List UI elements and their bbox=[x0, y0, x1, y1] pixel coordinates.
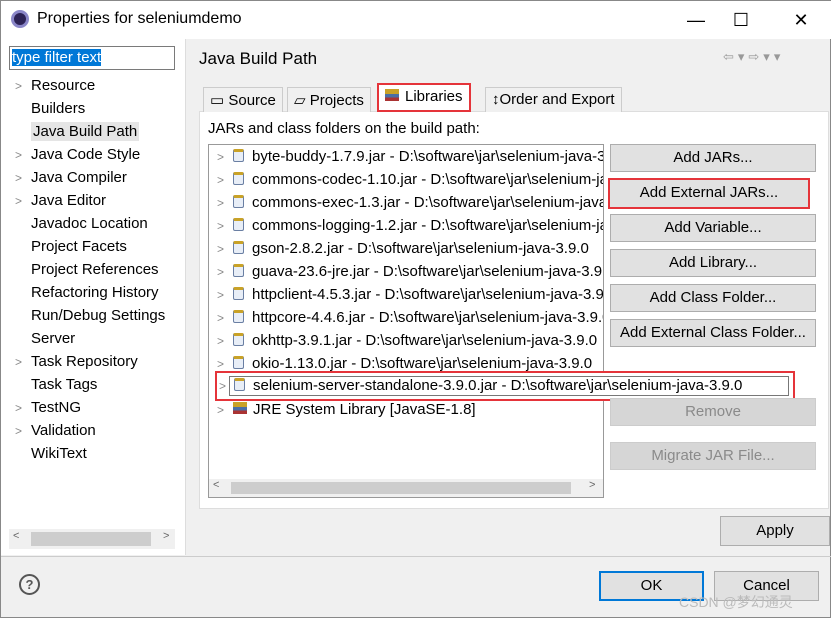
scroll-thumb[interactable] bbox=[231, 482, 571, 494]
expand-icon[interactable]: > bbox=[15, 194, 31, 208]
jar-icon bbox=[234, 378, 245, 391]
help-icon[interactable]: ? bbox=[19, 574, 40, 595]
list-label: JARs and class folders on the build path… bbox=[208, 120, 480, 137]
expand-icon[interactable]: > bbox=[217, 196, 233, 210]
sidebar-item[interactable]: Refactoring History bbox=[15, 284, 159, 306]
add-jars-button[interactable]: Add JARs... bbox=[610, 144, 816, 172]
sidebar-item[interactable]: Project Facets bbox=[15, 238, 127, 260]
list-item[interactable]: > httpclient-4.5.3.jar - D:\software\jar\… bbox=[217, 286, 603, 308]
tab-order-and-export[interactable]: ↕Order and Export bbox=[485, 87, 622, 112]
sidebar-item[interactable]: Java Build Path bbox=[15, 122, 140, 145]
sidebar-item[interactable]: > Java Compiler bbox=[15, 169, 127, 191]
sidebar-item[interactable]: WikiText bbox=[15, 445, 87, 467]
expand-icon[interactable]: > bbox=[15, 355, 31, 369]
sidebar-item[interactable]: > Validation bbox=[15, 422, 96, 444]
library-icon bbox=[233, 402, 247, 414]
expand-icon[interactable]: > bbox=[15, 171, 31, 185]
list-item[interactable]: > commons-codec-1.10.jar - D:\software\ja… bbox=[217, 171, 603, 193]
add-variable-button[interactable]: Add Variable... bbox=[610, 214, 816, 242]
expand-icon[interactable]: > bbox=[217, 288, 233, 302]
expand-icon[interactable]: > bbox=[217, 219, 233, 233]
list-item[interactable]: > commons-exec-1.3.jar - D:\software\jar\… bbox=[217, 194, 603, 216]
list-item[interactable]: > guava-23.6-jre.jar - D:\software\jar\se… bbox=[217, 263, 603, 285]
close-button[interactable]: ✕ bbox=[786, 7, 816, 33]
highlighted-entry[interactable]: selenium-server-standalone-3.9.0.jar - D… bbox=[215, 371, 795, 401]
jar-icon bbox=[233, 241, 244, 254]
nav-back-forward-icons[interactable]: ⇦▾⇨▾▾ bbox=[723, 49, 784, 65]
expand-icon[interactable]: > bbox=[15, 424, 31, 438]
eclipse-icon bbox=[11, 10, 29, 28]
sidebar-item[interactable]: > Java Editor bbox=[15, 192, 106, 214]
filter-input[interactable]: type filter text bbox=[9, 46, 175, 70]
build-path-list[interactable]: > byte-buddy-1.7.9.jar - D:\software\jar\… bbox=[208, 144, 604, 498]
jar-icon bbox=[233, 149, 244, 162]
jar-icon bbox=[233, 333, 244, 346]
list-item[interactable]: > byte-buddy-1.7.9.jar - D:\software\jar\… bbox=[217, 148, 603, 170]
divider bbox=[1, 556, 831, 557]
expand-icon[interactable]: > bbox=[217, 334, 233, 348]
tab-source[interactable]: ▭ Source bbox=[203, 87, 283, 112]
sidebar-item[interactable]: > Resource bbox=[15, 77, 95, 99]
library-icon bbox=[385, 89, 399, 101]
sidebar-item[interactable]: Builders bbox=[15, 100, 85, 122]
expand-icon[interactable]: > bbox=[15, 148, 31, 162]
page-title: Java Build Path bbox=[199, 49, 318, 68]
expand-icon[interactable]: > bbox=[217, 403, 233, 417]
sidebar-item[interactable]: Task Tags bbox=[15, 376, 97, 398]
list-scrollbar[interactable]: < > bbox=[209, 479, 603, 497]
expand-icon[interactable]: > bbox=[217, 311, 233, 325]
add-external-jars-button[interactable]: Add External JARs... bbox=[608, 178, 810, 209]
sidebar-item[interactable]: Server bbox=[15, 330, 75, 352]
jar-icon bbox=[233, 218, 244, 231]
expand-icon[interactable]: > bbox=[217, 357, 233, 371]
tab-libraries[interactable]: Libraries bbox=[377, 83, 471, 112]
sidebar-item[interactable]: Run/Debug Settings bbox=[15, 307, 165, 329]
minimize-button[interactable]: — bbox=[681, 7, 711, 33]
sidebar-item[interactable]: > TestNG bbox=[15, 399, 81, 421]
sidebar-scrollbar[interactable]: < > bbox=[9, 529, 175, 549]
scroll-left-icon[interactable]: < bbox=[213, 479, 219, 491]
list-item[interactable]: > okhttp-3.9.1.jar - D:\software\jar\sele… bbox=[217, 332, 597, 354]
add-library-button[interactable]: Add Library... bbox=[610, 249, 816, 277]
remove-button[interactable]: Remove bbox=[610, 398, 816, 426]
jar-icon bbox=[233, 264, 244, 277]
add-external-class-folder-button[interactable]: Add External Class Folder... bbox=[610, 319, 816, 347]
add-class-folder-button[interactable]: Add Class Folder... bbox=[610, 284, 816, 312]
expand-icon[interactable]: > bbox=[217, 242, 233, 256]
migrate-jar-button[interactable]: Migrate JAR File... bbox=[610, 442, 816, 470]
expand-icon[interactable]: > bbox=[217, 173, 233, 187]
expand-icon[interactable]: > bbox=[217, 150, 233, 164]
jar-icon bbox=[233, 195, 244, 208]
window-title: Properties for seleniumdemo bbox=[37, 10, 242, 27]
list-item[interactable]: > commons-logging-1.2.jar - D:\software\j… bbox=[217, 217, 603, 239]
sidebar-item[interactable]: Project References bbox=[15, 261, 159, 283]
list-item-jre[interactable]: > JRE System Library [JavaSE-1.8] bbox=[217, 401, 476, 423]
list-item[interactable]: > httpcore-4.4.6.jar - D:\software\jar\se… bbox=[217, 309, 603, 331]
list-item[interactable]: > gson-2.8.2.jar - D:\software\jar\seleni… bbox=[217, 240, 589, 262]
watermark: CSDN @梦幻通灵 bbox=[679, 594, 793, 610]
scroll-right-icon[interactable]: > bbox=[163, 530, 169, 542]
jar-icon bbox=[233, 310, 244, 323]
sidebar-item[interactable]: Javadoc Location bbox=[15, 215, 148, 237]
scroll-left-icon[interactable]: < bbox=[13, 530, 19, 542]
expand-icon[interactable]: > bbox=[219, 379, 226, 393]
expand-icon[interactable]: > bbox=[15, 79, 31, 93]
sidebar-item[interactable]: > Task Repository bbox=[15, 353, 138, 375]
sidebar-item[interactable]: > Java Code Style bbox=[15, 146, 140, 168]
jar-icon bbox=[233, 172, 244, 185]
apply-button[interactable]: Apply bbox=[720, 516, 830, 546]
expand-icon[interactable]: > bbox=[15, 401, 31, 415]
maximize-button[interactable]: ☐ bbox=[726, 7, 756, 33]
jar-icon bbox=[233, 356, 244, 369]
expand-icon[interactable]: > bbox=[217, 265, 233, 279]
scroll-thumb[interactable] bbox=[31, 532, 151, 546]
jar-icon bbox=[233, 287, 244, 300]
scroll-right-icon[interactable]: > bbox=[589, 479, 595, 491]
tab-projects[interactable]: ▱ Projects bbox=[287, 87, 371, 112]
